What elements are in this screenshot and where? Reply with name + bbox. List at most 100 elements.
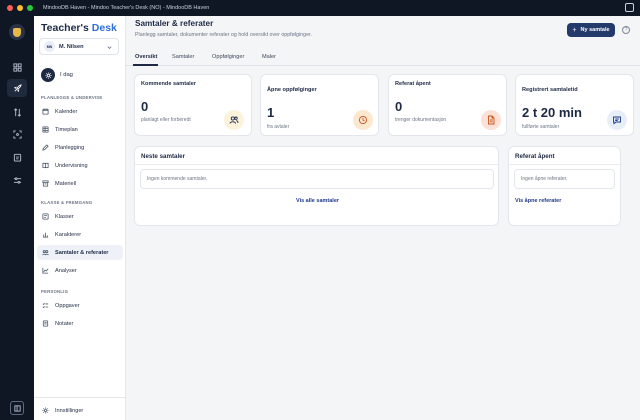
next-conversations-panel: Neste samtaler Ingen kommende samtaler. … xyxy=(134,146,499,226)
brand-text-1: Teacher's xyxy=(41,22,89,34)
active-tab-indicator xyxy=(133,64,158,66)
view-all-conversations-link[interactable]: Vis alle samtaler xyxy=(296,198,339,204)
table-icon xyxy=(42,126,49,133)
sidebar-item-label: Samtaler & referater xyxy=(55,249,109,256)
tab-maler[interactable]: Maler xyxy=(262,54,276,60)
clock-icon xyxy=(353,110,373,130)
panel-title: Referat åpent xyxy=(515,153,555,160)
sidebar-item-karakterer[interactable]: Karakterer xyxy=(37,227,123,242)
sidebar-item-oppgaver[interactable]: Oppgaver xyxy=(37,298,123,313)
stat-desc: fullførte samtaler xyxy=(522,124,560,130)
stat-card-duration: Registrert samtaletid 2 t 20 min fullfør… xyxy=(515,74,634,136)
sidebar-item-timeplan[interactable]: Timeplan xyxy=(37,122,123,137)
stat-desc: fra avtaler xyxy=(267,124,290,130)
empty-state-text: Ingen kommende samtaler. xyxy=(147,176,208,182)
sidebar-item-label: Undervisning xyxy=(55,162,88,169)
sidebar-item-undervisning[interactable]: Undervisning xyxy=(37,158,123,173)
sidebar-item-label: Karakterer xyxy=(55,231,82,238)
sun-icon xyxy=(41,68,55,82)
window-title: MindooDB Haven - Mindoo Teacher's Desk (… xyxy=(43,5,210,11)
users-icon xyxy=(224,110,244,130)
classes-icon xyxy=(42,213,49,220)
new-conversation-button[interactable]: + Ny samtale xyxy=(567,23,615,37)
sidebar-item-analyser[interactable]: Analyser xyxy=(37,263,123,278)
section-header-klasse: KLASSE & FREMGANG xyxy=(41,200,93,205)
sidebar-item-label: Materiell xyxy=(55,180,77,187)
sidebar-item-label: Analyser xyxy=(55,267,77,274)
rocket-icon[interactable] xyxy=(7,79,27,97)
section-header-personlig: PERSONLIG xyxy=(41,289,69,294)
plus-icon: + xyxy=(572,26,577,34)
focus-icon[interactable] xyxy=(7,125,27,143)
sidebar-item-label: Planlegging xyxy=(55,144,85,151)
panel-divider xyxy=(509,164,620,165)
pencil-icon xyxy=(42,144,49,151)
window-titlebar: MindooDB Haven - Mindoo Teacher's Desk (… xyxy=(0,0,640,16)
grid-icon[interactable] xyxy=(7,58,27,76)
panel-divider xyxy=(135,164,498,165)
stat-card-upcoming: Kommende samtaler 0 planlagt eller forbe… xyxy=(134,74,252,136)
chat-icon xyxy=(607,110,627,130)
sidebar-item-samtaler[interactable]: Samtaler & referater xyxy=(37,245,123,260)
user-select[interactable]: MN M. Nilsen xyxy=(39,38,119,55)
nav-today[interactable]: I dag xyxy=(41,68,73,82)
stat-value: 2 t 20 min xyxy=(522,105,582,120)
sidebar-item-kalender[interactable]: Kalender xyxy=(37,104,123,119)
minimize-window-button[interactable] xyxy=(17,5,23,11)
chevron-down-icon xyxy=(107,46,112,49)
line-chart-icon xyxy=(42,267,49,274)
toggle-panel-icon[interactable] xyxy=(10,401,24,415)
maximize-window-button[interactable] xyxy=(27,5,33,11)
conversation-icon xyxy=(42,250,49,256)
brand-text-2: Desk xyxy=(91,22,117,34)
close-window-button[interactable] xyxy=(7,5,13,11)
sidebar-divider xyxy=(34,397,125,398)
sidebar-item-materiell[interactable]: Materiell xyxy=(37,176,123,191)
section-header-planlegge: PLANLEGGE & UNDERVISE xyxy=(41,95,103,100)
clipboard-icon[interactable] xyxy=(7,148,27,166)
sidebar-item-label: Oppgaver xyxy=(55,302,80,309)
avatar: MN xyxy=(44,41,55,52)
sidebar-item-notater[interactable]: Notater xyxy=(37,316,123,331)
sidebar-item-klasser[interactable]: Klasser xyxy=(37,209,123,224)
stat-desc: trenger dokumentasjon xyxy=(395,117,447,123)
app-logo-icon xyxy=(9,24,25,40)
empty-state: Ingen kommende samtaler. xyxy=(140,169,494,189)
empty-state: Ingen åpne referater. xyxy=(514,169,615,189)
sidebar-item-label: Innstillinger xyxy=(55,407,84,414)
view-open-minutes-link[interactable]: Vis åpne referater xyxy=(515,198,561,204)
page-subtitle: Planlegg samtaler, dokumenter referater … xyxy=(135,32,312,38)
sidebar-item-label: Notater xyxy=(55,320,74,327)
sidebar-item-label: Klasser xyxy=(55,213,74,220)
stat-card-open-minutes: Referat åpent 0 trenger dokumentasjon xyxy=(388,74,507,136)
document-icon xyxy=(481,110,501,130)
icon-rail xyxy=(0,16,34,420)
arrows-icon[interactable] xyxy=(7,103,27,121)
stat-value: 0 xyxy=(141,99,149,114)
fullscreen-icon[interactable] xyxy=(625,3,634,12)
help-icon[interactable]: ? xyxy=(622,26,630,34)
book-icon xyxy=(42,162,49,169)
stat-title: Kommende samtaler xyxy=(141,81,197,87)
tab-oppfolginger[interactable]: Oppfølginger xyxy=(212,54,244,60)
stat-value: 0 xyxy=(395,99,403,114)
new-conversation-label: Ny samtale xyxy=(580,27,610,33)
nav-today-label: I dag xyxy=(60,72,73,78)
gear-icon xyxy=(42,407,49,414)
sidebar-item-innstillinger[interactable]: Innstillinger xyxy=(37,403,123,418)
stat-desc: planlagt eller forberedt xyxy=(141,117,191,123)
bar-chart-icon xyxy=(42,232,49,238)
window-controls xyxy=(7,5,33,11)
tab-samtaler[interactable]: Samtaler xyxy=(172,54,194,60)
sidebar-item-label: Timeplan xyxy=(55,126,78,133)
stat-title: Åpne oppfølginger xyxy=(267,87,317,93)
sidebar-item-planlegging[interactable]: Planlegging xyxy=(37,140,123,155)
sliders-icon[interactable] xyxy=(7,171,27,189)
main-content: Samtaler & referater Planlegg samtaler, … xyxy=(126,16,640,420)
stat-title: Referat åpent xyxy=(395,81,431,87)
open-minutes-panel: Referat åpent Ingen åpne referater. Vis … xyxy=(508,146,621,226)
stat-title: Registrert samtaletid xyxy=(522,87,578,93)
tab-bar: Oversikt Samtaler Oppfølginger Maler xyxy=(126,52,640,66)
calendar-icon xyxy=(42,108,49,115)
tab-oversikt[interactable]: Oversikt xyxy=(135,54,157,60)
